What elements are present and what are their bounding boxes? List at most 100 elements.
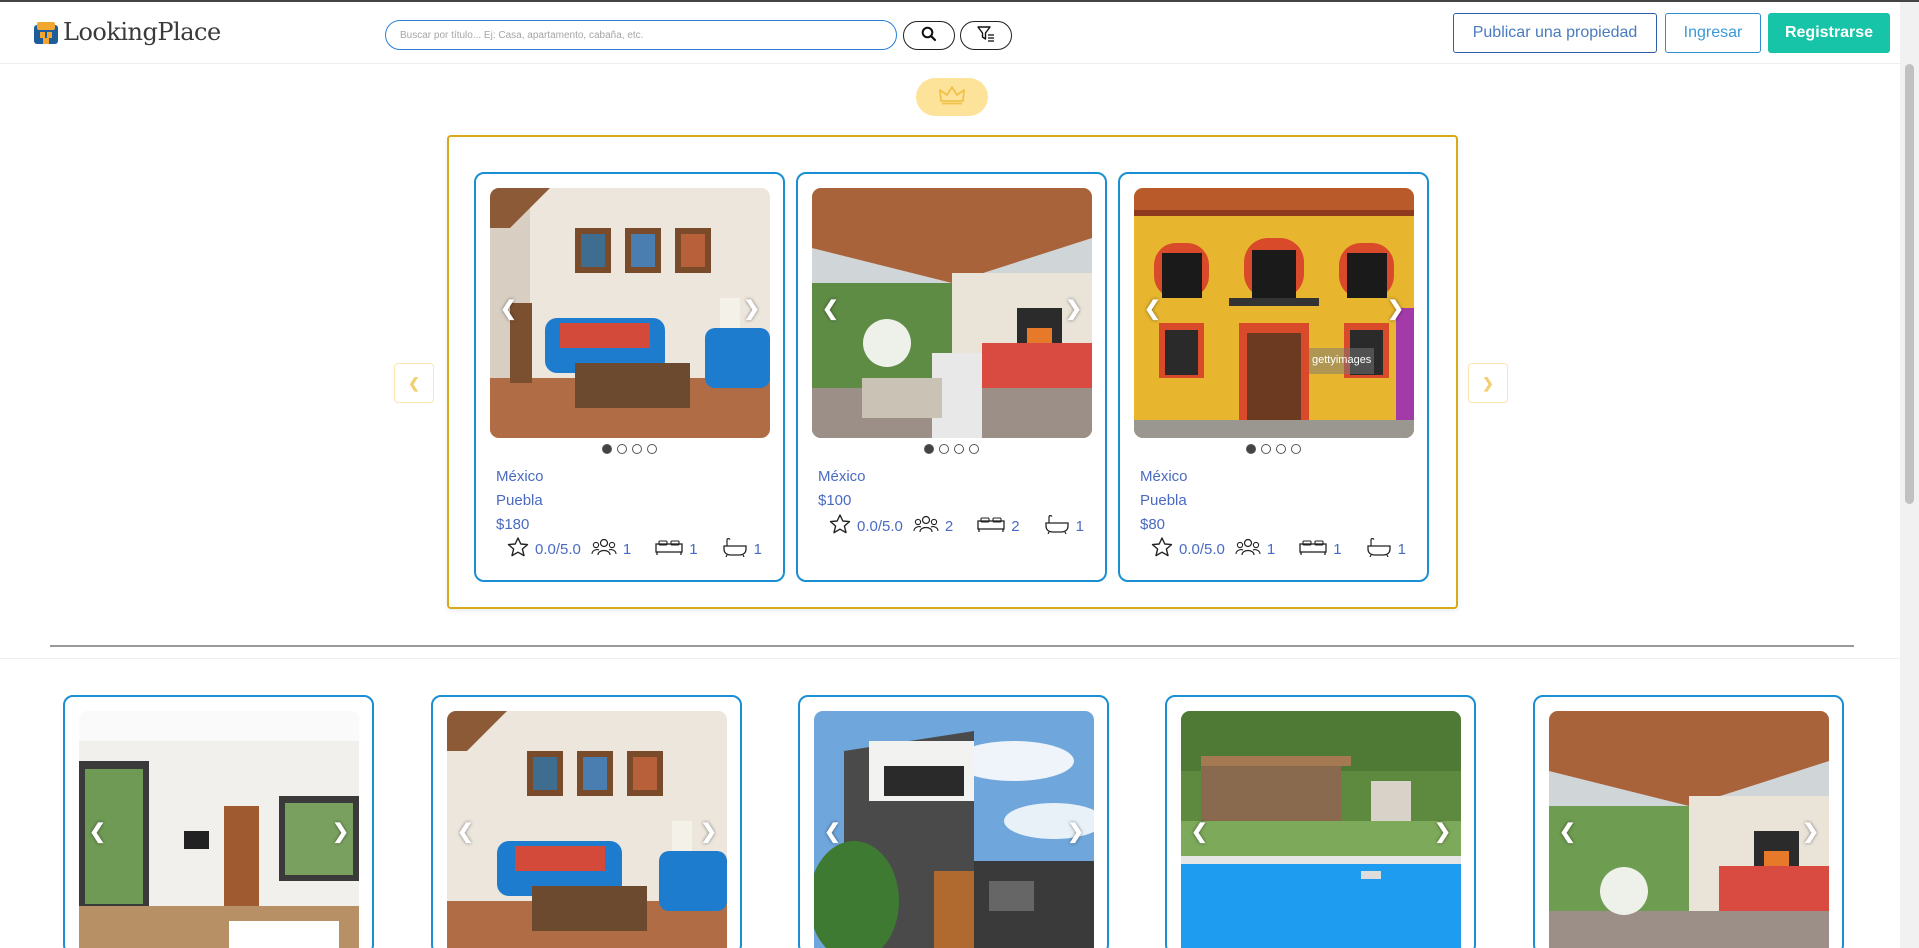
property-stats: 0.0/5.0 1 1 1 (1151, 537, 1416, 561)
listing-card[interactable]: ❮ ❯ (431, 695, 742, 948)
image-next-arrow[interactable]: ❯ (1802, 819, 1819, 844)
image-prev-arrow[interactable]: ❮ (1559, 819, 1576, 844)
image-prev-arrow[interactable]: ❮ (457, 819, 474, 844)
property-card[interactable]: ❮ ❯ México $100 0.0/5.0 2 2 1 (796, 172, 1107, 582)
image-dot[interactable] (1276, 444, 1286, 454)
property-stats: 0.0/5.0 1 1 1 (507, 537, 772, 561)
image-prev-arrow[interactable]: ❮ (824, 819, 841, 844)
image-dot[interactable] (1261, 444, 1271, 454)
property-country: México (496, 468, 544, 485)
premium-next-button[interactable]: ❯ (1468, 363, 1508, 403)
bed-icon (655, 539, 689, 559)
search-input[interactable] (385, 20, 897, 50)
bathtub-icon (722, 537, 754, 561)
publish-property-button[interactable]: Publicar una propiedad (1453, 13, 1657, 53)
baths-value: 1 (1075, 517, 1084, 535)
login-button[interactable]: Ingresar (1665, 13, 1761, 53)
image-next-arrow[interactable]: ❯ (1065, 296, 1082, 321)
image-prev-arrow[interactable]: ❮ (500, 296, 517, 321)
image-dot[interactable] (1246, 444, 1256, 454)
image-dot[interactable] (939, 444, 949, 454)
property-price: $180 (496, 516, 530, 533)
search-icon (921, 26, 937, 45)
section-divider (50, 645, 1854, 647)
image-dot[interactable] (647, 444, 657, 454)
filter-icon (977, 26, 995, 45)
search-bar (385, 20, 1012, 50)
property-image[interactable]: ❮ ❯ (1181, 711, 1461, 948)
register-button[interactable]: Registrarse (1768, 13, 1890, 53)
image-next-arrow[interactable]: ❯ (1434, 819, 1451, 844)
property-city: Puebla (1140, 492, 1187, 509)
star-icon (829, 514, 857, 538)
property-city: Puebla (496, 492, 543, 509)
beds-value: 1 (689, 540, 698, 558)
property-price: $100 (818, 492, 852, 509)
image-prev-arrow[interactable]: ❮ (1144, 296, 1161, 321)
image-dot[interactable] (954, 444, 964, 454)
image-prev-arrow[interactable]: ❮ (89, 819, 106, 844)
star-icon (507, 537, 535, 561)
property-image[interactable]: ❮ ❯ (1549, 711, 1829, 948)
bathtub-icon (1044, 514, 1076, 538)
header: LookingPlace Publicar una propiedad Ingr… (0, 2, 1900, 64)
image-dot[interactable] (969, 444, 979, 454)
rating-value: 0.0/5.0 (535, 540, 581, 558)
property-card[interactable]: gettyimages ❮ ❯ México Puebla $80 0.0/5.… (1118, 172, 1429, 582)
page-scrollbar[interactable] (1900, 2, 1919, 948)
image-dot[interactable] (617, 444, 627, 454)
image-prev-arrow[interactable]: ❮ (1191, 819, 1208, 844)
image-next-arrow[interactable]: ❯ (743, 296, 760, 321)
rating-value: 0.0/5.0 (857, 517, 903, 535)
scrollbar-thumb[interactable] (1905, 64, 1914, 504)
guests-icon (591, 538, 623, 560)
svg-text:gettyimages: gettyimages (1312, 354, 1372, 366)
property-image[interactable]: ❮ ❯ (814, 711, 1094, 948)
image-dots (798, 444, 1105, 454)
property-image[interactable]: ❮ ❯ (447, 711, 727, 948)
image-next-arrow[interactable]: ❯ (332, 819, 349, 844)
listing-card[interactable]: ❮ ❯ (1165, 695, 1476, 948)
baths-value: 1 (1397, 540, 1406, 558)
premium-prev-button[interactable]: ❮ (394, 363, 434, 403)
property-country: México (818, 468, 866, 485)
property-image[interactable]: ❮ ❯ (812, 188, 1092, 438)
listing-card[interactable]: ❮ ❯ (1533, 695, 1844, 948)
image-dot[interactable] (924, 444, 934, 454)
logo-text: LookingPlace (63, 18, 221, 46)
bathtub-icon (1366, 537, 1398, 561)
listing-card[interactable]: ❮ ❯ (63, 695, 374, 948)
rating-value: 0.0/5.0 (1179, 540, 1225, 558)
section-divider-light (0, 658, 1900, 659)
bed-icon (1299, 539, 1333, 559)
image-dots (1120, 444, 1427, 454)
property-card[interactable]: ❮ ❯ México Puebla $180 0.0/5.0 1 1 1 (474, 172, 785, 582)
beds-value: 1 (1333, 540, 1342, 558)
beds-value: 2 (1011, 517, 1020, 535)
image-next-arrow[interactable]: ❯ (1067, 819, 1084, 844)
image-dots (476, 444, 783, 454)
property-country: México (1140, 468, 1188, 485)
guests-value: 2 (944, 517, 954, 535)
image-next-arrow[interactable]: ❯ (700, 819, 717, 844)
property-image[interactable]: gettyimages ❮ ❯ (1134, 188, 1414, 438)
filter-button[interactable] (960, 21, 1012, 50)
guests-icon (1235, 538, 1267, 560)
image-next-arrow[interactable]: ❯ (1387, 296, 1404, 321)
guests-icon (913, 515, 945, 537)
crown-icon (938, 85, 966, 110)
star-icon (1151, 537, 1179, 561)
listing-card[interactable]: ❮ ❯ (798, 695, 1109, 948)
image-prev-arrow[interactable]: ❮ (822, 296, 839, 321)
logo-icon (32, 19, 60, 45)
image-dot[interactable] (1291, 444, 1301, 454)
image-dot[interactable] (602, 444, 612, 454)
image-dot[interactable] (632, 444, 642, 454)
property-image[interactable]: ❮ ❯ (79, 711, 359, 948)
guests-value: 1 (622, 540, 632, 558)
search-button[interactable] (903, 21, 955, 50)
logo[interactable]: LookingPlace (32, 18, 221, 46)
guests-value: 1 (1266, 540, 1276, 558)
property-price: $80 (1140, 516, 1166, 533)
property-image[interactable]: ❮ ❯ (490, 188, 770, 438)
